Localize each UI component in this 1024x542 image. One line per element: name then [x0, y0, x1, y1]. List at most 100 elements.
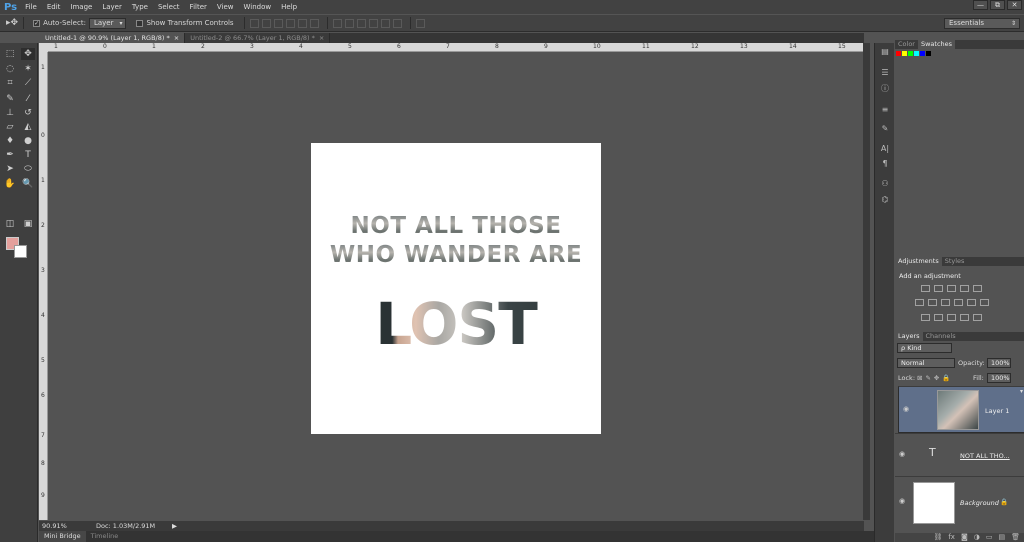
align-bottom-icon[interactable] — [273, 18, 283, 28]
distribute-top-icon[interactable] — [332, 18, 342, 28]
distribute-right-icon[interactable] — [392, 18, 402, 28]
paint-bucket-icon[interactable]: ◭ — [21, 121, 35, 133]
tab-adjustments[interactable]: Adjustments — [895, 257, 942, 266]
zoom-level[interactable]: 90.91% — [42, 522, 92, 530]
brush-presets-icon[interactable]: ≡ — [879, 105, 891, 115]
align-top-icon[interactable] — [249, 18, 259, 28]
menu-view[interactable]: View — [217, 3, 234, 11]
channel-mixer-icon[interactable] — [967, 299, 976, 306]
transform-controls-checkbox[interactable]: Show Transform Controls — [136, 19, 234, 27]
color-balance-icon[interactable] — [928, 299, 937, 306]
pen-tool-icon[interactable]: ✒ — [3, 149, 17, 161]
lasso-tool-icon[interactable]: ◌ — [3, 63, 17, 75]
menu-type[interactable]: Type — [132, 3, 148, 11]
tab-timeline[interactable]: Timeline — [86, 531, 124, 542]
restore-button[interactable]: ⧉ — [990, 0, 1005, 10]
eye-icon[interactable]: ◉ — [899, 497, 905, 505]
menu-file[interactable]: File — [25, 3, 37, 11]
quick-mask-icon[interactable]: ◫ — [3, 218, 17, 230]
curves-icon[interactable] — [947, 285, 956, 292]
dodge-tool-icon[interactable]: ● — [21, 135, 35, 147]
hue-saturation-icon[interactable] — [915, 299, 924, 306]
tab-channels[interactable]: Channels — [923, 332, 959, 341]
zoom-tool-icon[interactable]: 🔍 — [21, 178, 35, 190]
close-button[interactable]: ✕ — [1007, 0, 1022, 10]
blend-mode-dropdown[interactable]: Normal — [897, 358, 955, 368]
menu-edit[interactable]: Edit — [47, 3, 61, 11]
properties-panel-icon[interactable]: ☰ — [879, 68, 891, 78]
move-tool-icon[interactable]: ✥ — [21, 48, 35, 60]
tab-styles[interactable]: Styles — [942, 257, 968, 266]
menu-select[interactable]: Select — [158, 3, 180, 11]
link-layers-icon[interactable]: ⛓ — [933, 533, 942, 542]
character-panel-icon[interactable]: A| — [879, 144, 891, 154]
vertical-scrollbar[interactable] — [863, 43, 870, 520]
history-panel-icon[interactable]: ▤ — [879, 47, 891, 57]
paragraph-panel-icon[interactable]: ¶ — [879, 159, 891, 169]
document-canvas[interactable]: NOT ALL THOSE WHO WANDER ARE LOST — [311, 143, 601, 434]
invert-icon[interactable] — [921, 314, 930, 321]
layer-row-background[interactable]: ◉ Background 🔒 — [895, 476, 1024, 526]
tab-color[interactable]: Color — [895, 40, 918, 49]
ellipse-tool-icon[interactable]: ⬭ — [21, 163, 35, 175]
tab-untitled-2[interactable]: Untitled-2 @ 66.7% (Layer 1, RGB/8) * × — [185, 33, 331, 43]
close-tab-icon[interactable]: × — [174, 34, 179, 42]
new-layer-icon[interactable]: ▤ — [998, 533, 1005, 542]
brush-panel-icon[interactable]: ✎ — [879, 124, 891, 134]
eye-icon[interactable]: ◉ — [903, 405, 909, 414]
type-tool-icon[interactable]: T — [21, 149, 35, 161]
black-white-icon[interactable] — [941, 299, 950, 306]
exposure-icon[interactable] — [960, 285, 969, 292]
background-color-swatch[interactable] — [14, 245, 27, 258]
swatch-blue[interactable] — [920, 51, 925, 56]
swatch-black[interactable] — [926, 51, 931, 56]
auto-align-icon[interactable] — [415, 18, 425, 28]
swatch-cyan[interactable] — [914, 51, 919, 56]
align-right-icon[interactable] — [309, 18, 319, 28]
quick-select-tool-icon[interactable]: ✶ — [21, 63, 35, 75]
blur-tool-icon[interactable]: ♦ — [3, 135, 17, 147]
info-panel-icon[interactable]: ⓘ — [879, 84, 891, 94]
tool-presets-icon[interactable]: ⌬ — [879, 195, 891, 205]
align-left-icon[interactable] — [285, 18, 295, 28]
swatch-red[interactable] — [896, 51, 901, 56]
menu-filter[interactable]: Filter — [190, 3, 207, 11]
align-middle-icon[interactable] — [261, 18, 271, 28]
eye-icon[interactable]: ◉ — [899, 450, 905, 458]
distribute-bottom-icon[interactable] — [356, 18, 366, 28]
clone-source-icon[interactable]: ⚇ — [879, 179, 891, 189]
distribute-left-icon[interactable] — [368, 18, 378, 28]
menu-layer[interactable]: Layer — [102, 3, 122, 11]
auto-select-dropdown[interactable]: Layer — [88, 17, 127, 29]
layer-row-text[interactable]: ◉ T NOT ALL THO... — [895, 433, 1024, 476]
eyedropper-tool-icon[interactable]: ⟋ — [21, 77, 35, 89]
lock-icons[interactable]: ⊠✎✥🔒 — [917, 374, 953, 382]
tab-layers[interactable]: Layers — [895, 332, 923, 341]
gradient-map-icon[interactable] — [960, 314, 969, 321]
eraser-tool-icon[interactable]: ▱ — [3, 121, 17, 133]
selective-color-icon[interactable] — [973, 314, 982, 321]
tab-mini-bridge[interactable]: Mini Bridge — [39, 531, 86, 542]
swatch-yellow[interactable] — [902, 51, 907, 56]
screen-mode-icon[interactable]: ▣ — [21, 218, 35, 230]
threshold-icon[interactable] — [947, 314, 956, 321]
tab-untitled-1[interactable]: Untitled-1 @ 90.9% (Layer 1, RGB/8) * × — [40, 33, 186, 43]
workspace-dropdown[interactable]: Essentials — [944, 18, 1020, 29]
adjustment-layer-icon[interactable]: ◑ — [974, 533, 980, 542]
fill-input[interactable]: 100% — [987, 373, 1011, 383]
history-brush-icon[interactable]: ↺ — [21, 107, 35, 119]
status-menu-arrow-icon[interactable]: ▶ — [172, 522, 177, 530]
crop-tool-icon[interactable]: ⌗ — [3, 77, 17, 89]
minimize-button[interactable]: — — [973, 0, 988, 10]
opacity-input[interactable]: 100% — [987, 358, 1011, 368]
menu-help[interactable]: Help — [281, 3, 297, 11]
layer-row-layer-1[interactable]: ◉ Layer 1 — [898, 386, 1024, 433]
auto-select-checkbox[interactable]: ✓ Auto-Select: — [33, 19, 86, 27]
posterize-icon[interactable] — [934, 314, 943, 321]
fx-icon[interactable]: fx — [948, 533, 955, 542]
align-center-icon[interactable] — [297, 18, 307, 28]
tab-swatches[interactable]: Swatches — [917, 40, 956, 49]
marquee-tool-icon[interactable]: ⬚ — [3, 48, 17, 60]
hand-tool-icon[interactable]: ✋ — [3, 178, 17, 190]
new-group-icon[interactable]: ▭ — [986, 533, 993, 542]
